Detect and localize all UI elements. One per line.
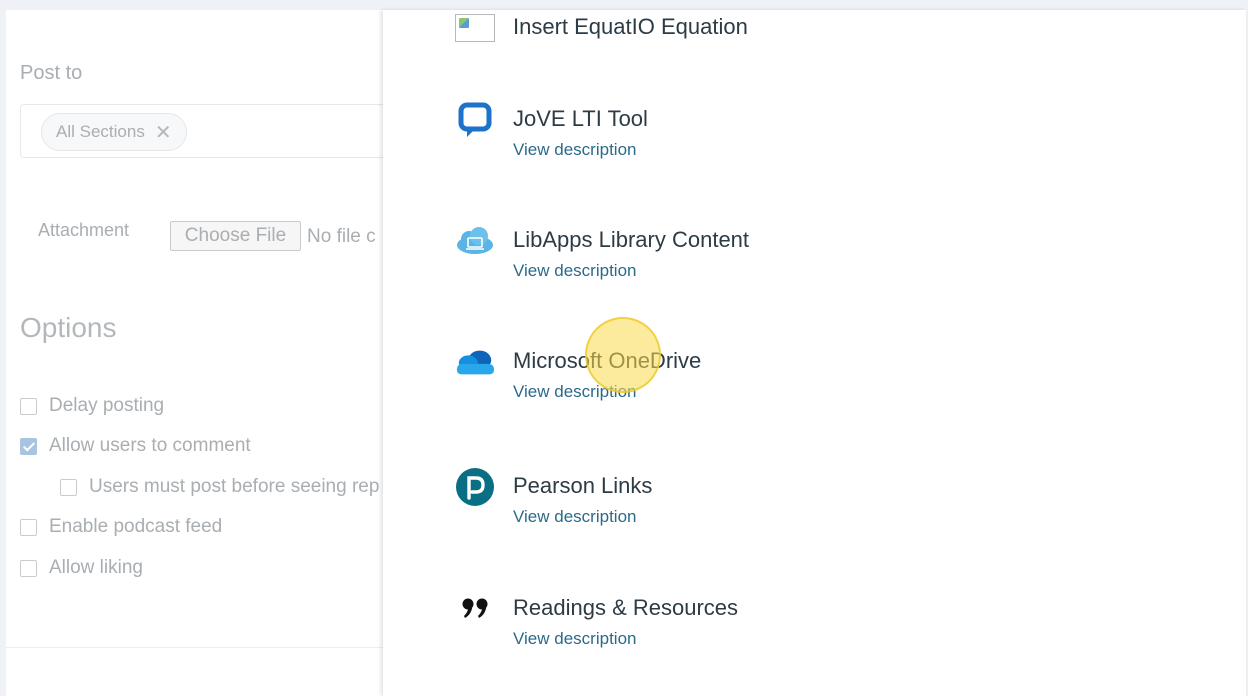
attachment-label: Attachment bbox=[38, 220, 130, 240]
tool-name[interactable]: Readings & Resources bbox=[513, 595, 738, 621]
delay-posting-label: Delay posting bbox=[49, 395, 165, 416]
speech-bubble-icon bbox=[455, 100, 495, 140]
quote-marks-icon bbox=[455, 589, 495, 629]
tool-name[interactable]: LibApps Library Content bbox=[513, 227, 749, 253]
section-pill-label: All Sections bbox=[56, 122, 145, 141]
divider bbox=[6, 647, 386, 648]
onedrive-cloud-icon bbox=[455, 342, 495, 382]
view-description-link[interactable]: View description bbox=[513, 382, 636, 402]
delay-posting-checkbox[interactable] bbox=[20, 397, 37, 415]
liking-option[interactable]: Allow liking bbox=[20, 557, 143, 579]
tool-name[interactable]: Microsoft OneDrive bbox=[513, 348, 701, 374]
liking-checkbox[interactable] bbox=[20, 559, 37, 577]
remove-icon[interactable]: ✕ bbox=[155, 120, 172, 145]
broken-image-icon bbox=[455, 10, 495, 48]
allow-comment-checkbox[interactable] bbox=[20, 437, 37, 455]
section-pill[interactable]: All Sections ✕ bbox=[41, 113, 187, 151]
must-post-checkbox[interactable] bbox=[60, 478, 77, 496]
lti-tools-tray: Insert EquatIO Equation JoVE LTI Tool Vi… bbox=[383, 10, 1246, 696]
tool-name[interactable]: Insert EquatIO Equation bbox=[513, 14, 748, 40]
view-description-link[interactable]: View description bbox=[513, 507, 636, 527]
view-description-link[interactable]: View description bbox=[513, 629, 636, 649]
delay-posting-option[interactable]: Delay posting bbox=[20, 395, 164, 417]
post-to-label: Post to bbox=[20, 62, 83, 84]
must-post-label: Users must post before seeing rep bbox=[89, 476, 380, 497]
options-title: Options bbox=[20, 312, 117, 343]
cloud-laptop-icon bbox=[455, 221, 495, 261]
pearson-logo-icon bbox=[455, 467, 495, 507]
liking-label: Allow liking bbox=[49, 557, 143, 578]
allow-comment-label: Allow users to comment bbox=[49, 435, 251, 456]
no-file-text: No file c bbox=[307, 226, 376, 247]
allow-comment-option[interactable]: Allow users to comment bbox=[20, 435, 251, 457]
tool-name[interactable]: Pearson Links bbox=[513, 473, 652, 499]
sections-selector[interactable]: All Sections ✕ bbox=[20, 104, 420, 158]
must-post-option[interactable]: Users must post before seeing rep bbox=[60, 476, 379, 498]
view-description-link[interactable]: View description bbox=[513, 140, 636, 160]
view-description-link[interactable]: View description bbox=[513, 261, 636, 281]
podcast-checkbox[interactable] bbox=[20, 518, 37, 536]
podcast-option[interactable]: Enable podcast feed bbox=[20, 516, 222, 538]
podcast-label: Enable podcast feed bbox=[49, 516, 223, 537]
tool-name[interactable]: JoVE LTI Tool bbox=[513, 106, 648, 132]
choose-file-button[interactable]: Choose File bbox=[170, 221, 301, 251]
